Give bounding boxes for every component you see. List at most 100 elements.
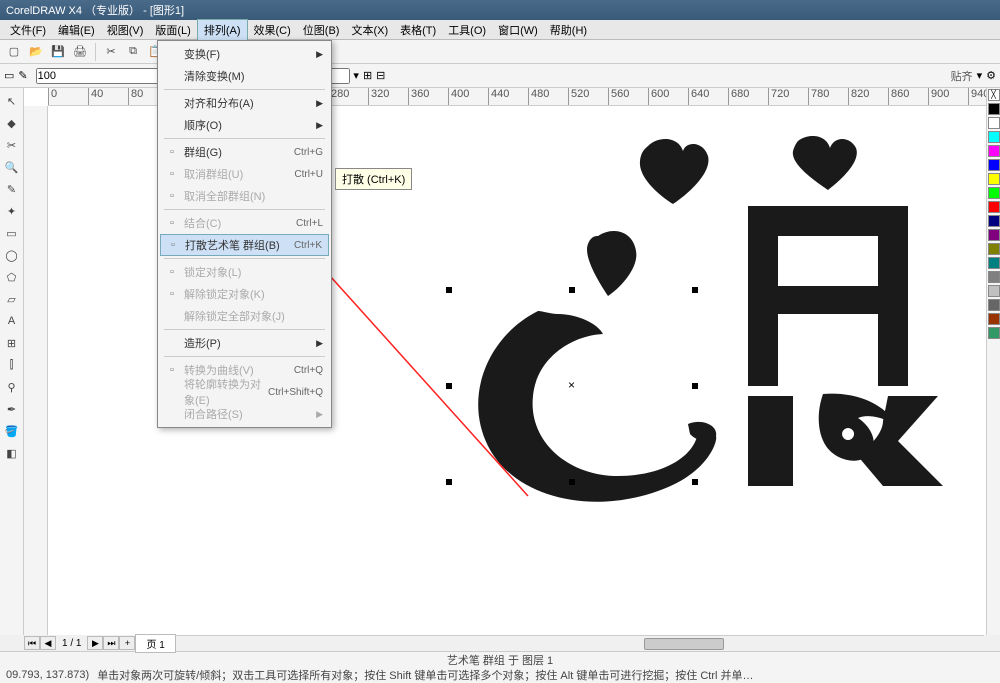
selection-handle-e[interactable] <box>692 383 698 389</box>
rectangle-tool-icon[interactable]: ▭ <box>1 222 23 244</box>
color-swatch[interactable] <box>988 103 1000 115</box>
menu-item-4[interactable]: 排列(A) <box>197 19 248 41</box>
print-icon[interactable]: 🖨 <box>70 42 90 62</box>
smart-tool-icon[interactable]: ✦ <box>1 200 23 222</box>
interactive-fill-tool-icon[interactable]: ◧ <box>1 442 23 464</box>
menu-item-label: 清除变换(M) <box>184 68 245 84</box>
selection-handle-n[interactable] <box>569 287 575 293</box>
menu-item-break[interactable]: ▫打散艺术笔 群组(B)Ctrl+K <box>160 234 329 256</box>
color-swatch[interactable] <box>988 187 1000 199</box>
selection-handle-sw[interactable] <box>446 479 452 485</box>
new-icon[interactable]: ▢ <box>4 42 24 62</box>
polygon-tool-icon[interactable]: ⬠ <box>1 266 23 288</box>
ruler-tick: 440 <box>488 88 528 105</box>
color-swatch[interactable] <box>988 313 1000 325</box>
freehand-icon[interactable]: ✎ <box>18 69 27 82</box>
basicshape-tool-icon[interactable]: ▱ <box>1 288 23 310</box>
menu-item-9[interactable]: 工具(O) <box>442 20 492 40</box>
color-swatch[interactable] <box>988 145 1000 157</box>
copy-icon[interactable]: ⧉ <box>123 42 143 62</box>
artwork-character[interactable] <box>428 136 968 536</box>
menu-separator <box>164 209 325 210</box>
page-tab[interactable]: 页 1 <box>135 634 175 653</box>
selection-handle-w[interactable] <box>446 383 452 389</box>
fill-tool-icon[interactable]: 🪣 <box>1 420 23 442</box>
color-swatch[interactable] <box>988 299 1000 311</box>
menu-item-0[interactable]: 变换(F)▶ <box>160 43 329 65</box>
menu-item-1[interactable]: 编辑(E) <box>52 20 101 40</box>
no-color-swatch[interactable]: ╳ <box>988 89 1000 101</box>
menu-item-15: 解除锁定全部对象(J) <box>160 305 329 327</box>
menu-item-3[interactable]: 对齐和分布(A)▶ <box>160 92 329 114</box>
page-first-icon[interactable]: ⏮ <box>24 636 40 650</box>
color-swatch[interactable] <box>988 285 1000 297</box>
color-swatch[interactable] <box>988 159 1000 171</box>
color-swatch[interactable] <box>988 173 1000 185</box>
menu-item-4[interactable]: 顺序(O)▶ <box>160 114 329 136</box>
selection-handle-se[interactable] <box>692 479 698 485</box>
color-swatch[interactable] <box>988 215 1000 227</box>
color-swatch[interactable] <box>988 327 1000 339</box>
toolbar-standard: ▢ 📂 💾 🖨 ✂ ⧉ 📋 ↶ ↷ ⇩ ⇧ <box>0 40 1000 64</box>
ruler-tick: 820 <box>848 88 888 105</box>
page-next-icon[interactable]: ▶ <box>87 636 103 650</box>
submenu-arrow-icon: ▶ <box>316 98 323 109</box>
color-swatch[interactable] <box>988 201 1000 213</box>
selection-handle-s[interactable] <box>569 479 575 485</box>
ruler-tick: 780 <box>808 88 848 105</box>
titlebar: CorelDRAW X4 （专业版） - [图形1] <box>0 0 1000 20</box>
color-swatch[interactable] <box>988 131 1000 143</box>
submenu-arrow-icon: ▶ <box>316 409 323 420</box>
color-swatch[interactable] <box>988 243 1000 255</box>
zoom-tool-icon[interactable]: 🔍 <box>1 156 23 178</box>
selection-handle-ne[interactable] <box>692 287 698 293</box>
menu-item-6[interactable]: 位图(B) <box>297 20 346 40</box>
snap-icon[interactable]: ▾ <box>977 69 983 82</box>
outline-tool-icon[interactable]: ✒ <box>1 398 23 420</box>
menu-item-group[interactable]: ▫群组(G)Ctrl+G <box>160 141 329 163</box>
combine-icon: ▫ <box>164 217 180 229</box>
menu-item-10[interactable]: 窗口(W) <box>492 20 544 40</box>
text-tool-icon[interactable]: A <box>1 310 23 332</box>
menu-item-2[interactable]: 视图(V) <box>101 20 150 40</box>
menu-item-11[interactable]: 帮助(H) <box>544 20 593 40</box>
menu-item-5[interactable]: 效果(C) <box>248 20 297 40</box>
menu-item-17[interactable]: 造形(P)▶ <box>160 332 329 354</box>
menu-item-7[interactable]: 文本(X) <box>345 20 394 40</box>
ruler-tick: 40 <box>88 88 128 105</box>
menu-item-1[interactable]: 清除变换(M) <box>160 65 329 87</box>
shape-tool-icon[interactable]: ◆ <box>1 112 23 134</box>
cut-icon[interactable]: ✂ <box>101 42 121 62</box>
page-last-icon[interactable]: ⏭ <box>103 636 119 650</box>
pick-tool-icon[interactable]: ↖ <box>1 90 23 112</box>
open-icon[interactable]: 📂 <box>26 42 46 62</box>
units2-icon[interactable]: ⊟ <box>376 69 385 82</box>
menu-item-ungroup: ▫取消群组(U)Ctrl+U <box>160 163 329 185</box>
selection-center-icon[interactable]: × <box>568 378 575 392</box>
menu-item-0[interactable]: 文件(F) <box>4 20 52 40</box>
color-swatch[interactable] <box>988 117 1000 129</box>
page-prev-icon[interactable]: ◀ <box>40 636 56 650</box>
page-add-icon[interactable]: + <box>119 636 135 650</box>
pick-icon[interactable]: ▭ <box>4 69 14 82</box>
freehand-tool-icon[interactable]: ✎ <box>1 178 23 200</box>
crop-tool-icon[interactable]: ✂ <box>1 134 23 156</box>
scrollbar-thumb[interactable] <box>644 638 724 650</box>
table-tool-icon[interactable]: ⊞ <box>1 332 23 354</box>
blend-tool-icon[interactable]: ⫿ <box>1 354 23 376</box>
menu-item-20: 将轮廓转换为对象(E)Ctrl+Shift+Q <box>160 381 329 403</box>
save-icon[interactable]: 💾 <box>48 42 68 62</box>
selection-handle-nw[interactable] <box>446 287 452 293</box>
menu-item-label: 解除锁定对象(K) <box>184 286 265 302</box>
color-swatch[interactable] <box>988 229 1000 241</box>
ellipse-tool-icon[interactable]: ◯ <box>1 244 23 266</box>
status-object-info: 艺术笔 群组 于 图层 1 <box>447 652 553 668</box>
color-swatch[interactable] <box>988 257 1000 269</box>
page-tabs: ⏮ ◀ 1 / 1 ▶ ⏭ + 页 1 <box>24 635 176 651</box>
menu-item-3[interactable]: 版面(L) <box>149 20 196 40</box>
menu-item-8[interactable]: 表格(T) <box>394 20 442 40</box>
color-swatch[interactable] <box>988 271 1000 283</box>
eyedropper-tool-icon[interactable]: ⚲ <box>1 376 23 398</box>
units-icon[interactable]: ⊞ <box>363 69 372 82</box>
options-icon[interactable]: ⚙ <box>986 69 996 82</box>
